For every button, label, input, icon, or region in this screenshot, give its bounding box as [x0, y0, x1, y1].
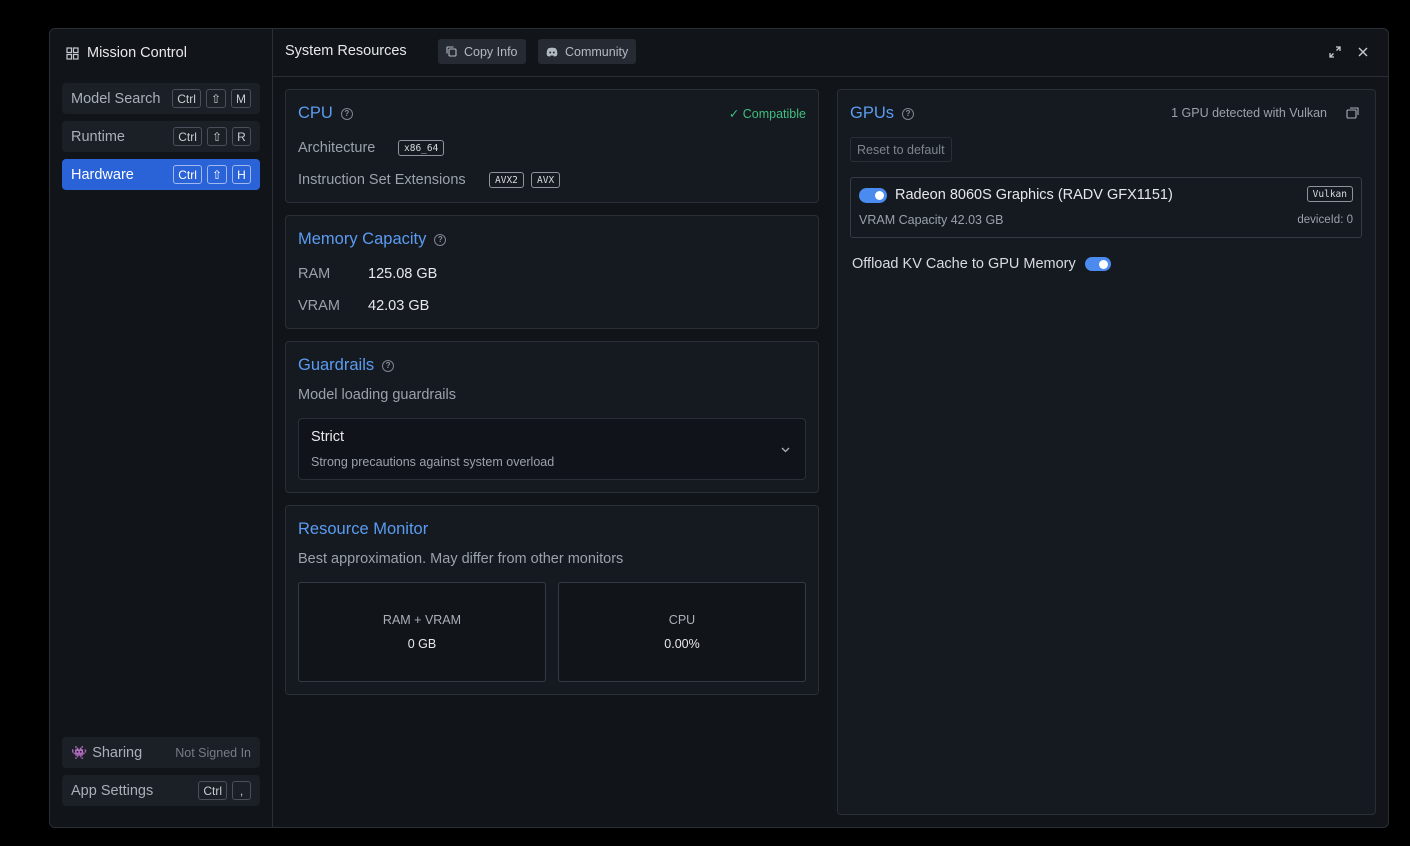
memory-title: Memory Capacity ?: [298, 230, 447, 249]
sidebar-title-text: Mission Control: [87, 45, 187, 61]
sidebar-title: Mission Control: [66, 43, 187, 63]
ram-label: RAM: [298, 266, 331, 282]
extension-tag: AVX: [531, 172, 561, 188]
guardrails-select[interactable]: Strict Strong precautions against system…: [298, 418, 806, 480]
shortcut-key: R: [232, 127, 251, 146]
shortcut-key: ⇧: [206, 127, 227, 146]
help-icon[interactable]: ?: [382, 359, 395, 372]
community-button[interactable]: Community: [538, 39, 637, 64]
vram-label: VRAM: [298, 298, 340, 314]
shortcut-key: Ctrl: [173, 165, 202, 184]
sidebar-item-label: Hardware: [71, 166, 134, 183]
offload-kv-label: Offload KV Cache to GPU Memory: [852, 256, 1076, 272]
gpu-card: Radeon 8060S Graphics (RADV GFX1151) Vul…: [850, 177, 1362, 238]
copy-info-button[interactable]: Copy Info: [438, 39, 526, 64]
guardrails-card: Guardrails ? Model loading guardrails St…: [285, 341, 819, 493]
extension-tag: AVX2: [489, 172, 524, 188]
grid-icon: [66, 46, 79, 60]
reset-to-default-button[interactable]: Reset to default: [850, 137, 952, 162]
cpu-title: CPU ?: [298, 104, 353, 123]
sidebar: Mission Control Model Search Ctrl ⇧ M Ru…: [50, 29, 273, 827]
shortcut-key: Ctrl: [172, 89, 201, 108]
header: System Resources Copy Info Community: [273, 29, 1388, 77]
mission-control-window: Mission Control Model Search Ctrl ⇧ M Ru…: [49, 28, 1389, 828]
gpu-backend-tag: Vulkan: [1306, 186, 1353, 202]
open-window-icon[interactable]: [1346, 107, 1359, 119]
memory-title-text: Memory Capacity: [298, 230, 427, 248]
shortcut-key: Ctrl: [198, 781, 227, 800]
close-icon[interactable]: [1356, 45, 1370, 59]
monitor-value: 0 GB: [407, 637, 437, 651]
monitor-label: CPU: [668, 613, 696, 627]
architecture-label: Architecture: [298, 140, 376, 156]
expand-icon[interactable]: [1328, 45, 1342, 59]
extensions-label: Instruction Set Extensions: [298, 172, 466, 188]
gpus-panel: GPUs ? 1 GPU detected with Vulkan Reset …: [837, 89, 1376, 815]
gpus-title: GPUs ?: [850, 104, 915, 123]
chevron-down-icon: [781, 447, 790, 453]
guardrails-description: Strong precautions against system overlo…: [311, 455, 555, 469]
discord-icon: [546, 47, 558, 57]
copy-info-label: Copy Info: [464, 44, 518, 59]
shortcut-key: M: [231, 89, 251, 108]
sidebar-item-app-settings[interactable]: App Settings Ctrl ,: [62, 775, 260, 806]
gpu-device-id: deviceId: 0: [1297, 214, 1353, 226]
gpu-enable-toggle[interactable]: [859, 188, 887, 203]
alien-icon: 👾: [71, 744, 88, 760]
ram-value: 125.08 GB: [368, 266, 438, 282]
gpu-name: Radeon 8060S Graphics (RADV GFX1151): [895, 187, 1173, 203]
resource-monitor-card: Resource Monitor Best approximation. May…: [285, 505, 819, 695]
resource-monitor-title: Resource Monitor: [298, 520, 428, 539]
monitor-value: 0.00%: [664, 637, 700, 651]
cpu-title-text: CPU: [298, 104, 333, 122]
guardrails-title: Guardrails ?: [298, 356, 395, 375]
shortcut-key: ⇧: [205, 89, 226, 108]
cpu-monitor: CPU 0.00%: [558, 582, 806, 682]
shortcut-key: ,: [232, 781, 251, 800]
gpu-vram-capacity: VRAM Capacity 42.03 GB: [859, 213, 1004, 227]
sidebar-item-label: App Settings: [71, 782, 154, 799]
resource-monitor-subtitle: Best approximation. May differ from othe…: [298, 551, 624, 567]
sidebar-item-runtime[interactable]: Runtime Ctrl ⇧ R: [62, 121, 260, 152]
sidebar-item-label: Model Search: [71, 90, 161, 107]
guardrails-selected: Strict: [311, 429, 345, 445]
shortcut-key: ⇧: [206, 165, 227, 184]
cpu-card: CPU ? ✓ Compatible Architecture x86_64 I…: [285, 89, 819, 203]
memory-card: Memory Capacity ? RAM 125.08 GB VRAM 42.…: [285, 215, 819, 329]
help-icon[interactable]: ?: [340, 107, 353, 120]
gpus-title-text: GPUs: [850, 104, 895, 122]
resource-monitor-title-text: Resource Monitor: [298, 520, 429, 538]
copy-icon: [446, 46, 457, 57]
architecture-tag: x86_64: [398, 140, 445, 156]
sidebar-item-sharing[interactable]: 👾 Sharing Not Signed In: [62, 737, 260, 768]
vram-value: 42.03 GB: [368, 298, 430, 314]
guardrails-subtitle: Model loading guardrails: [298, 387, 456, 403]
offload-kv-toggle[interactable]: [1085, 257, 1111, 271]
shortcut-key: Ctrl: [173, 127, 202, 146]
page-title: System Resources: [285, 43, 407, 59]
help-icon[interactable]: ?: [902, 107, 915, 120]
sidebar-item-label: Sharing: [92, 744, 143, 761]
help-icon[interactable]: ?: [434, 233, 447, 246]
monitor-label: RAM + VRAM: [382, 613, 462, 627]
shortcut-key: H: [232, 165, 251, 184]
sidebar-item-hardware[interactable]: Hardware Ctrl ⇧ H: [62, 159, 260, 190]
guardrails-title-text: Guardrails: [298, 356, 375, 374]
ram-vram-monitor: RAM + VRAM 0 GB: [298, 582, 546, 682]
community-label: Community: [565, 44, 629, 59]
sidebar-item-label: Runtime: [71, 128, 125, 145]
gpu-detected-text: 1 GPU detected with Vulkan: [1171, 106, 1327, 120]
sharing-status: Not Signed In: [175, 745, 251, 760]
sidebar-item-model-search[interactable]: Model Search Ctrl ⇧ M: [62, 83, 260, 114]
compatible-status: ✓ Compatible: [728, 107, 806, 121]
